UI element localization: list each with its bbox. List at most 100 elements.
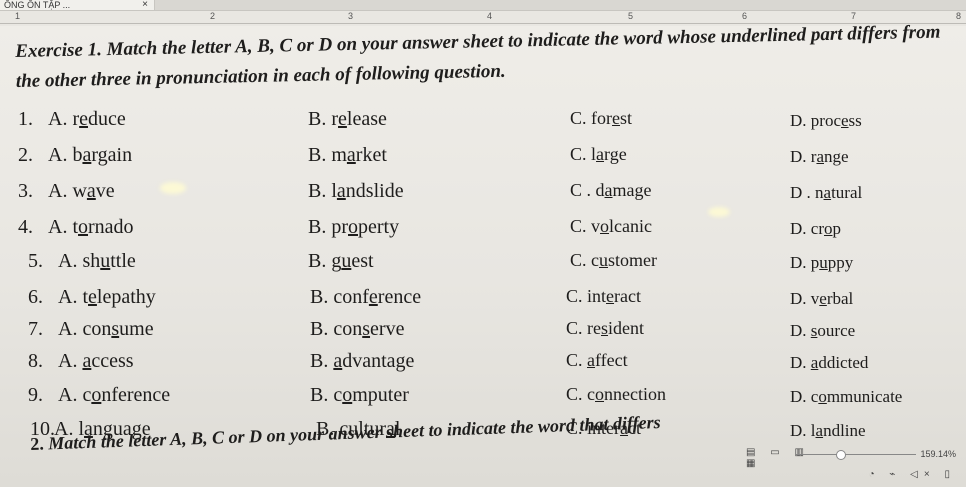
option-letter: B. xyxy=(308,180,327,202)
word-part: mage xyxy=(612,180,652,200)
answer-option: D. addicted xyxy=(790,353,868,373)
option-letter: C. xyxy=(566,350,583,370)
underlined-letter: e xyxy=(88,286,97,308)
word-part: est xyxy=(351,250,374,272)
answer-option: B. landslide xyxy=(308,180,404,203)
option-letter: A. xyxy=(58,384,78,406)
underlined-letter: a xyxy=(82,350,92,372)
answer-option: D. range xyxy=(790,147,849,167)
word-part: w xyxy=(72,180,87,202)
word-part: ss xyxy=(848,111,862,130)
underlined-letter: a xyxy=(346,144,356,166)
answer-option: B. conference xyxy=(310,286,421,309)
word-part: ident xyxy=(608,318,645,338)
answer-option: A. access xyxy=(58,350,134,373)
underlined-letter: o xyxy=(595,384,605,404)
question-number: 4. xyxy=(18,216,33,238)
option-letter: B. xyxy=(308,108,327,130)
option-letter: D. xyxy=(790,111,807,130)
option-letter: A. xyxy=(58,250,78,272)
word-part: lease xyxy=(346,108,387,130)
option-letter: B. xyxy=(310,350,329,372)
word-part: rence xyxy=(377,286,422,308)
word-part: n xyxy=(815,183,824,202)
underlined-letter: o xyxy=(600,216,610,236)
option-letter: C. xyxy=(566,286,583,306)
option-letter: A. xyxy=(48,108,68,130)
underlined-letter: o xyxy=(78,216,89,238)
word-part: cr xyxy=(810,219,824,238)
word-part: p xyxy=(810,253,820,272)
option-letter: A. xyxy=(48,144,68,166)
word-part: dvantage xyxy=(342,350,415,372)
word-part: nference xyxy=(101,384,171,406)
answer-option: C. connection xyxy=(566,384,666,405)
word-part: ccess xyxy=(91,350,134,372)
option-letter: D. xyxy=(790,387,807,406)
word-part: lcanic xyxy=(609,216,652,236)
close-icon[interactable]: × xyxy=(142,0,148,10)
question-number: 8. xyxy=(28,350,43,372)
ruler-mark: 1 xyxy=(15,11,21,21)
underlined-letter: s xyxy=(362,318,371,340)
word-part: b xyxy=(72,144,83,166)
option-letter: B. xyxy=(308,144,327,166)
word-part: d xyxy=(595,180,605,200)
zoom-slider-handle[interactable] xyxy=(836,450,846,460)
word-part: v xyxy=(591,216,601,236)
answer-option: D . natural xyxy=(790,183,862,203)
answer-option: B. computer xyxy=(310,384,409,407)
underlined-letter: e xyxy=(79,108,89,130)
ruler-mark: 3 xyxy=(348,11,354,21)
underlined-letter: a xyxy=(336,180,346,202)
word-part: perty xyxy=(358,216,400,238)
answer-option: B. conserve xyxy=(310,318,404,341)
answer-option: C. resident xyxy=(566,318,644,339)
word-part: con xyxy=(333,318,363,340)
word-part: ume xyxy=(119,318,154,340)
question-number: 2. xyxy=(18,144,33,166)
system-tray-icons[interactable]: ◔ ⌁ ◁× ▯ xyxy=(869,469,956,480)
option-letter: B. xyxy=(310,318,329,340)
word-part: c xyxy=(333,384,343,406)
word-part: rgain xyxy=(91,144,133,166)
underlined-letter: o xyxy=(818,387,827,406)
underlined-letter: a xyxy=(604,180,613,200)
underlined-letter: e xyxy=(338,108,347,130)
underlined-letter: u xyxy=(341,250,352,272)
underlined-letter: o xyxy=(91,384,102,406)
screen-glare xyxy=(160,182,186,194)
word-part: ttle xyxy=(110,250,136,272)
underlined-letter: a xyxy=(823,183,832,202)
answer-option: A. reduce xyxy=(48,108,126,131)
answer-option: A. shuttle xyxy=(58,250,136,273)
answer-option: B. advantage xyxy=(310,350,414,373)
underlined-letter: a xyxy=(816,147,824,166)
word-part: ract xyxy=(614,286,642,306)
view-mode-icons[interactable]: ▤ ▭ ▥ ▦ xyxy=(746,447,826,469)
underlined-letter: o xyxy=(342,384,353,406)
word-part: v xyxy=(810,289,820,308)
word-part: mputer xyxy=(352,384,409,406)
document-tab[interactable]: ÔNG ÔN TẬP ... × xyxy=(0,0,155,10)
zoom-slider-track[interactable] xyxy=(796,454,916,455)
answer-option: B. market xyxy=(308,144,387,167)
word-part: pr xyxy=(331,216,349,238)
word-part: c xyxy=(591,250,600,270)
option-letter: B. xyxy=(310,286,329,308)
answer-option: C. affect xyxy=(566,350,628,371)
word-part: rnado xyxy=(88,216,134,238)
option-letter: C. xyxy=(570,144,587,164)
option-letter: D. xyxy=(790,219,807,238)
underlined-letter: a xyxy=(587,350,596,370)
option-letter: C. xyxy=(570,250,587,270)
ruler-mark: 2 xyxy=(210,11,216,21)
option-letter: C. xyxy=(566,384,583,404)
word-part: ve xyxy=(95,180,115,202)
underlined-letter: o xyxy=(824,219,833,238)
answer-option: A. tornado xyxy=(48,216,134,239)
underlined-letter: e xyxy=(819,289,827,308)
underlined-letter: o xyxy=(348,216,359,238)
word-part: m xyxy=(331,144,347,166)
word-part: rket xyxy=(355,144,387,166)
